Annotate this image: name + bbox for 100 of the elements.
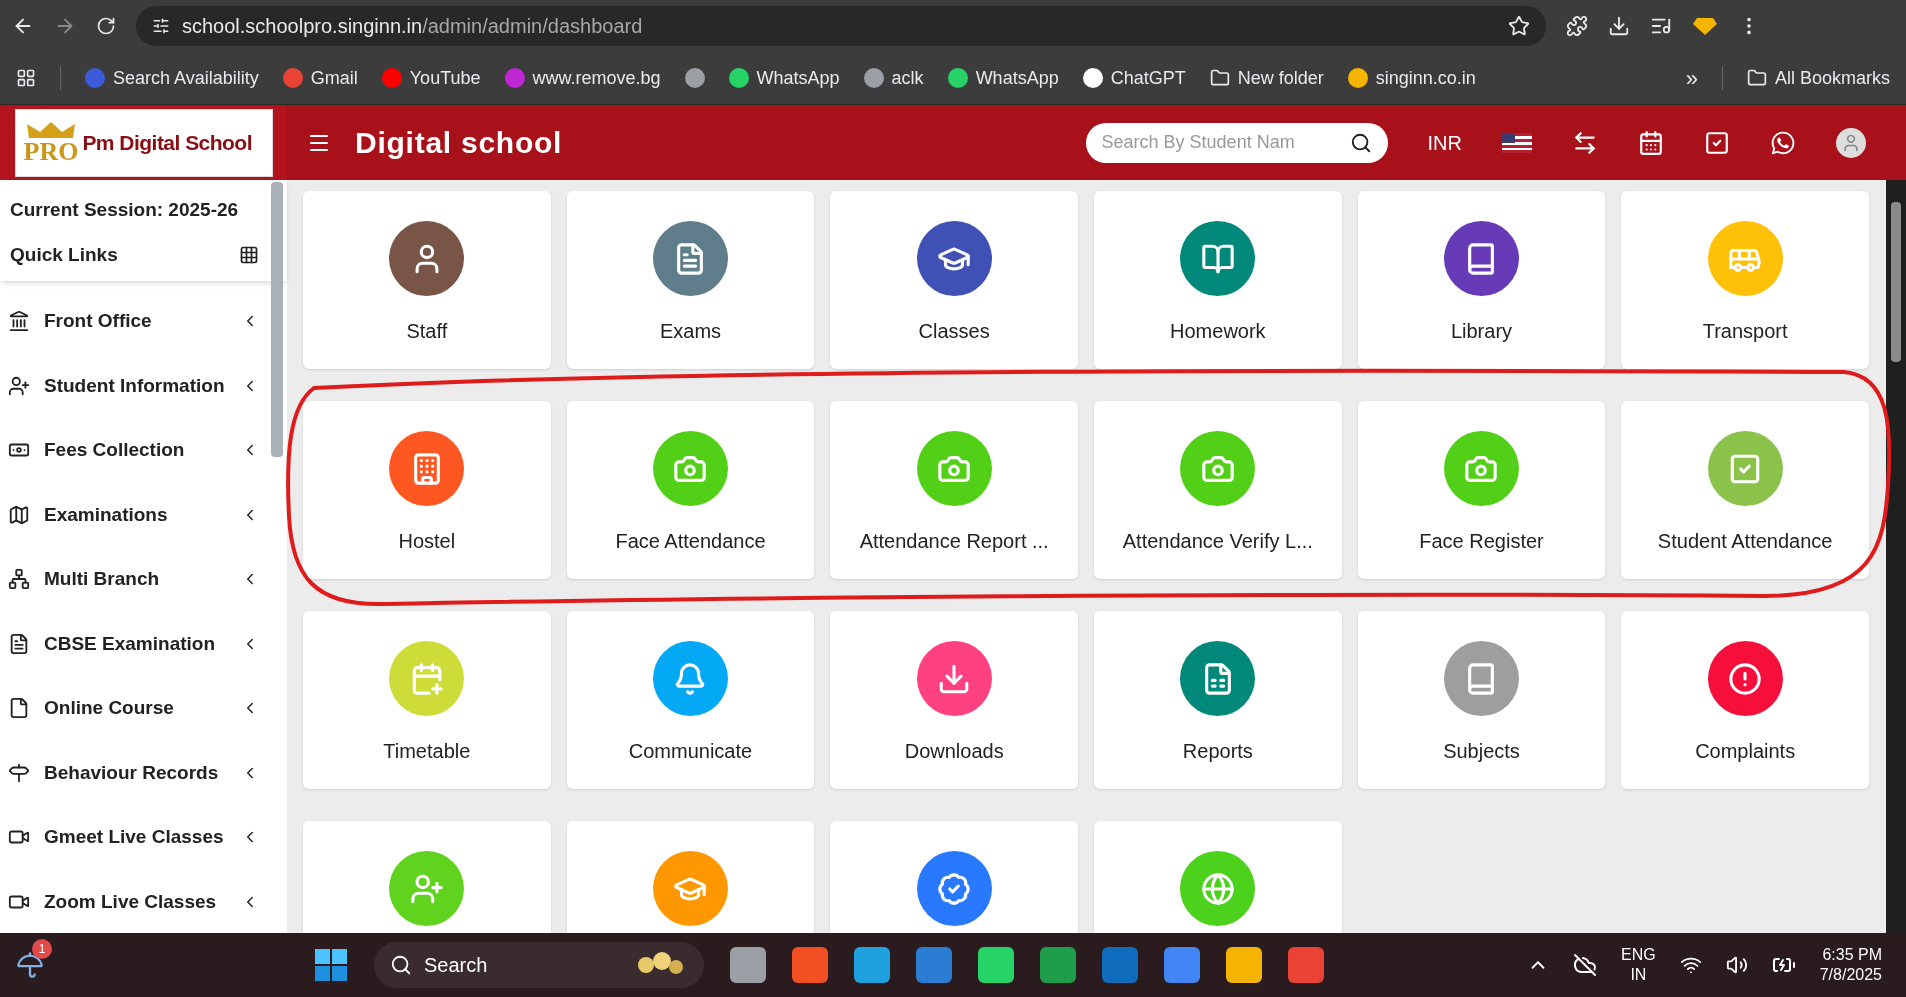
grid-icon[interactable] — [239, 244, 259, 265]
app-icon[interactable] — [1226, 947, 1262, 983]
module-tile[interactable]: Staff — [303, 191, 551, 369]
session-label: Current Session: 2025-26 — [10, 198, 240, 222]
download-icon[interactable] — [1608, 15, 1630, 37]
module-tile[interactable]: Student Attendance — [1621, 401, 1869, 579]
notification-badge: 1 — [32, 939, 52, 959]
module-tile[interactable]: Classes — [830, 191, 1078, 369]
module-tile[interactable]: Face Attendance — [566, 401, 815, 579]
more-bookmarks-button[interactable]: » — [1685, 61, 1698, 95]
app-icon[interactable] — [1040, 947, 1076, 983]
module-tile[interactable]: Hostel — [303, 401, 551, 579]
favicon-icon — [381, 68, 402, 88]
sidebar-item[interactable]: CBSE Examination — [0, 611, 287, 676]
sidebar-item[interactable]: Front Office — [0, 289, 287, 354]
menu-item-icon — [8, 503, 30, 526]
module-tile[interactable]: Attendance Report ... — [830, 401, 1078, 579]
site-settings-icon[interactable] — [152, 17, 170, 35]
bookmark[interactable]: aclk — [863, 64, 924, 92]
module-tile[interactable]: Face Register — [1357, 401, 1606, 579]
taskbar-search[interactable]: Search — [374, 942, 704, 988]
favicon-icon — [504, 68, 525, 88]
logo-text: Pm Digital School — [82, 129, 252, 156]
quick-links-label: Quick Links — [10, 242, 118, 267]
module-tile[interactable]: Complaints — [1621, 611, 1869, 789]
module-tile[interactable]: Communicate — [566, 611, 815, 789]
module-tile[interactable]: Timetable — [303, 611, 551, 789]
sidebar-item[interactable]: Fees Collection — [0, 418, 287, 483]
sidebar-item[interactable]: Gmeet Live Classes — [0, 805, 287, 870]
all-bookmarks-button[interactable]: All Bookmarks — [1746, 64, 1890, 92]
module-tile[interactable]: Homework — [1094, 191, 1342, 369]
app-icon[interactable] — [854, 947, 890, 983]
sidebar-item[interactable]: Behaviour Records — [0, 740, 287, 805]
sidebar-scrollbar[interactable] — [271, 182, 283, 457]
favicon-icon — [1082, 68, 1103, 88]
sidebar-item[interactable]: Student Information — [0, 353, 287, 418]
bookmark[interactable]: WhatsApp — [728, 64, 840, 92]
app-icon[interactable] — [792, 947, 828, 983]
favicon-icon — [863, 68, 884, 88]
module-tile[interactable]: Downloads — [830, 611, 1078, 789]
sidebar-item[interactable]: Multi Branch — [0, 547, 287, 612]
menu-item-icon — [8, 374, 30, 397]
bookmark[interactable]: WhatsApp — [947, 64, 1059, 92]
menu-item-icon — [8, 632, 30, 655]
bookmark[interactable]: New folder — [1209, 64, 1324, 92]
module-tile[interactable]: Subjects — [1357, 611, 1606, 789]
diamond-icon[interactable] — [1692, 16, 1718, 36]
avatar-icon[interactable] — [1836, 127, 1866, 158]
apps-icon[interactable] — [16, 68, 36, 88]
star-icon[interactable] — [1508, 15, 1530, 37]
reload-icon[interactable] — [96, 16, 116, 36]
search-field[interactable]: Search By Student Nam — [1085, 122, 1388, 163]
page-scrollbar[interactable] — [1886, 180, 1906, 933]
sidebar-item[interactable]: Online Course — [0, 676, 287, 741]
volume-icon[interactable] — [1725, 954, 1748, 976]
favicon-icon — [85, 68, 105, 88]
bookmark[interactable]: www.remove.bg — [504, 64, 661, 92]
sidebar-item[interactable]: Zoom Live Classes — [0, 869, 287, 934]
clock[interactable]: 6:35 PM 7/8/2025 — [1819, 945, 1890, 985]
task-icon[interactable] — [1704, 129, 1730, 156]
bookmark[interactable] — [684, 68, 705, 88]
windows-icon[interactable] — [314, 948, 348, 982]
extensions-icon[interactable] — [1566, 15, 1588, 37]
sidebar-item[interactable]: Examinations — [0, 482, 287, 547]
bookmark[interactable]: YouTube — [381, 64, 481, 92]
crown-icon — [25, 120, 76, 139]
search-icon[interactable] — [1349, 131, 1372, 154]
favicon-icon — [1347, 68, 1368, 88]
module-tile[interactable]: Transport — [1621, 191, 1869, 369]
bookmark[interactable]: Gmail — [282, 64, 358, 92]
switch-icon[interactable] — [1572, 129, 1598, 156]
bookmark[interactable]: Search Availability — [85, 64, 259, 92]
favicon-icon — [282, 68, 303, 88]
address-bar[interactable]: school.schoolpro.singinn.in/admin/admin/dashboard — [136, 6, 1546, 46]
module-tile[interactable]: Attendance Verify L... — [1094, 401, 1342, 579]
bookmark[interactable]: ChatGPT — [1082, 64, 1186, 92]
calendar-icon[interactable] — [1638, 129, 1664, 156]
bookmark[interactable]: singinn.co.in — [1347, 64, 1476, 92]
app-icon[interactable] — [1164, 947, 1200, 983]
app-icon[interactable] — [916, 947, 952, 983]
language-indicator[interactable]: ENG IN — [1621, 945, 1656, 985]
app-title: Digital school — [355, 125, 563, 161]
whatsapp-icon[interactable] — [1770, 129, 1796, 156]
menu-item-icon — [8, 310, 30, 333]
folder-icon — [1209, 68, 1230, 88]
weather-icon[interactable] — [16, 951, 44, 979]
app-icon[interactable] — [730, 947, 766, 983]
currency-selector[interactable]: INR — [1427, 127, 1462, 158]
menu-item-icon — [8, 568, 30, 591]
module-tile[interactable]: Library — [1357, 191, 1606, 369]
module-tile[interactable]: Exams — [566, 191, 815, 369]
favicon-icon — [728, 68, 749, 88]
logo-initials: PRO — [23, 138, 79, 165]
flag-icon[interactable] — [1502, 132, 1532, 153]
app-icon[interactable] — [978, 947, 1014, 983]
app-icon[interactable] — [1288, 947, 1324, 983]
module-tile[interactable]: Reports — [1094, 611, 1342, 789]
menu-item-icon — [8, 697, 30, 720]
cloud-icon[interactable] — [1573, 953, 1598, 977]
favicon-icon — [684, 68, 705, 88]
